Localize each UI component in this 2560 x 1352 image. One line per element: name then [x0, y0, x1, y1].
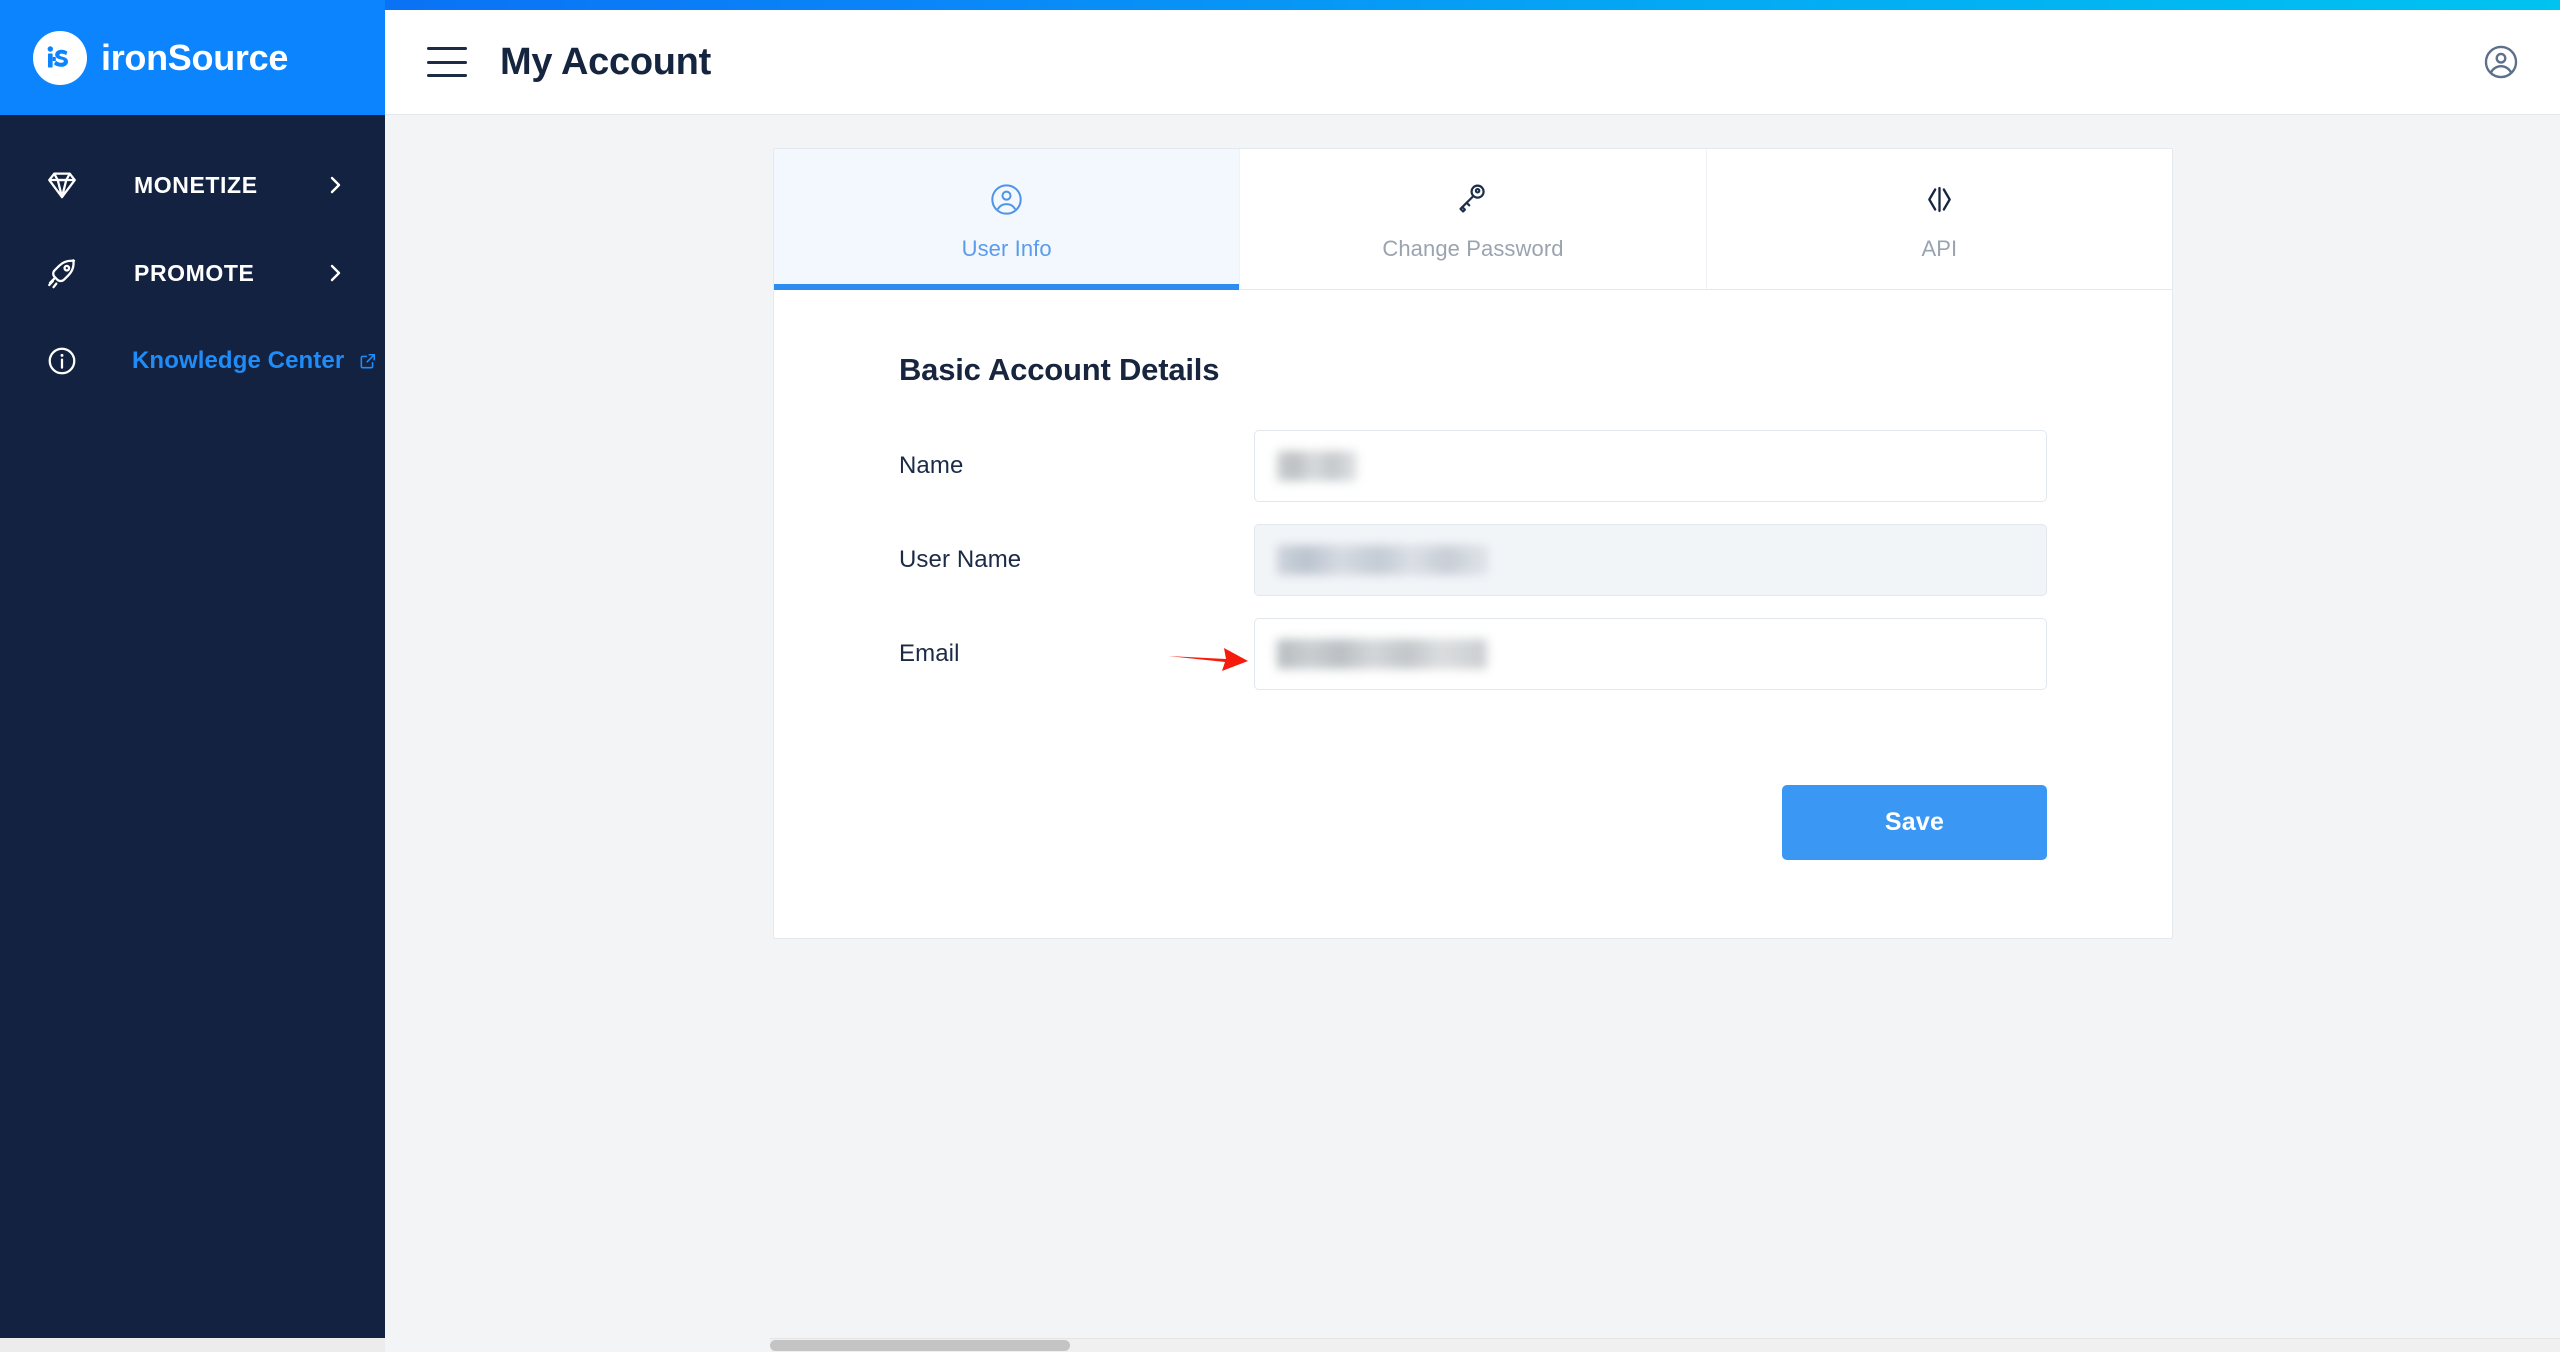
email-label: Email [899, 640, 960, 667]
hamburger-icon[interactable] [427, 47, 467, 77]
tab-label: Change Password [1382, 236, 1564, 261]
account-tabs: User Info Change Password API [774, 149, 2172, 290]
redacted-value [1277, 545, 1489, 575]
scrollbar-thumb[interactable] [770, 1340, 1070, 1351]
tab-user-info[interactable]: User Info [774, 149, 1240, 290]
page-title: My Account [500, 40, 711, 83]
form-row-user-name: User Name [899, 524, 2047, 596]
section-title: Basic Account Details [899, 352, 1220, 387]
sidebar-item-label: PROMOTE [134, 259, 255, 286]
sidebar-item-promote[interactable]: PROMOTE [0, 229, 385, 317]
brand-name: ironSource [101, 36, 289, 78]
info-circle-icon [42, 341, 82, 381]
rocket-icon [42, 253, 82, 293]
form-row-email: Email [899, 618, 2047, 690]
tab-change-password[interactable]: Change Password [1239, 149, 1706, 289]
redacted-value [1277, 451, 1357, 481]
name-label: Name [899, 452, 964, 479]
brand-logo[interactable]: ironSource [0, 0, 385, 115]
horizontal-scrollbar[interactable] [770, 1338, 2560, 1352]
save-button[interactable]: Save [1782, 785, 2047, 860]
main-area: My Account User Info Change Password API… [385, 0, 2560, 1352]
external-link-icon [358, 351, 378, 371]
tab-label: User Info [961, 236, 1052, 261]
name-field[interactable] [1254, 430, 2047, 502]
sidebar-item-knowledge-center[interactable]: Knowledge Center [0, 317, 385, 405]
content-area: User Info Change Password API Basic Acco… [385, 115, 2560, 1352]
tab-label: API [1921, 236, 1958, 261]
sidebar: ironSource MONETIZE PROMOTE Knowledge Ce… [0, 0, 385, 1352]
form-actions: Save [899, 785, 2047, 860]
sidebar-nav: MONETIZE PROMOTE Knowledge Center [0, 115, 385, 405]
account-circle-icon[interactable] [2482, 43, 2520, 81]
sidebar-item-monetize[interactable]: MONETIZE [0, 141, 385, 229]
user-circle-icon [988, 176, 1025, 222]
chevron-right-icon [323, 173, 347, 197]
app-root: ironSource MONETIZE PROMOTE Knowledge Ce… [0, 0, 2560, 1352]
account-form: Basic Account Details Name User Name Ema… [774, 290, 2172, 938]
tab-api[interactable]: API [1705, 149, 2172, 289]
user-name-field[interactable] [1254, 524, 2047, 596]
form-row-name: Name [899, 430, 2047, 502]
ironsource-logo-icon [33, 30, 87, 85]
code-brackets-icon [1921, 176, 1958, 222]
sidebar-item-label-wrapper: Knowledge Center [132, 347, 378, 375]
top-gradient-bar [385, 0, 2560, 10]
diamond-icon [42, 165, 82, 205]
sidebar-item-label: MONETIZE [134, 171, 258, 198]
key-icon [1454, 176, 1491, 222]
sidebar-item-label: Knowledge Center [132, 347, 345, 374]
user-name-label: User Name [899, 546, 1022, 573]
chevron-right-icon [323, 261, 347, 285]
account-card: User Info Change Password API Basic Acco… [773, 148, 2173, 939]
redacted-value [1277, 639, 1487, 669]
topbar: My Account [385, 10, 2560, 115]
email-field[interactable] [1254, 618, 2047, 690]
scrollbar-corner [0, 1338, 385, 1352]
